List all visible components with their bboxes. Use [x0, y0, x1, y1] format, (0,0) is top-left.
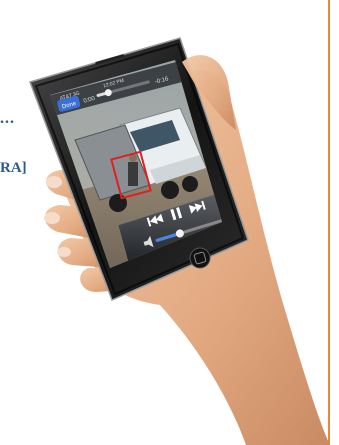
scene: Done 0:00 -0:16 AT&T 3G 12:02 PM	[29, 37, 330, 445]
home-button-icon[interactable]	[189, 247, 211, 269]
